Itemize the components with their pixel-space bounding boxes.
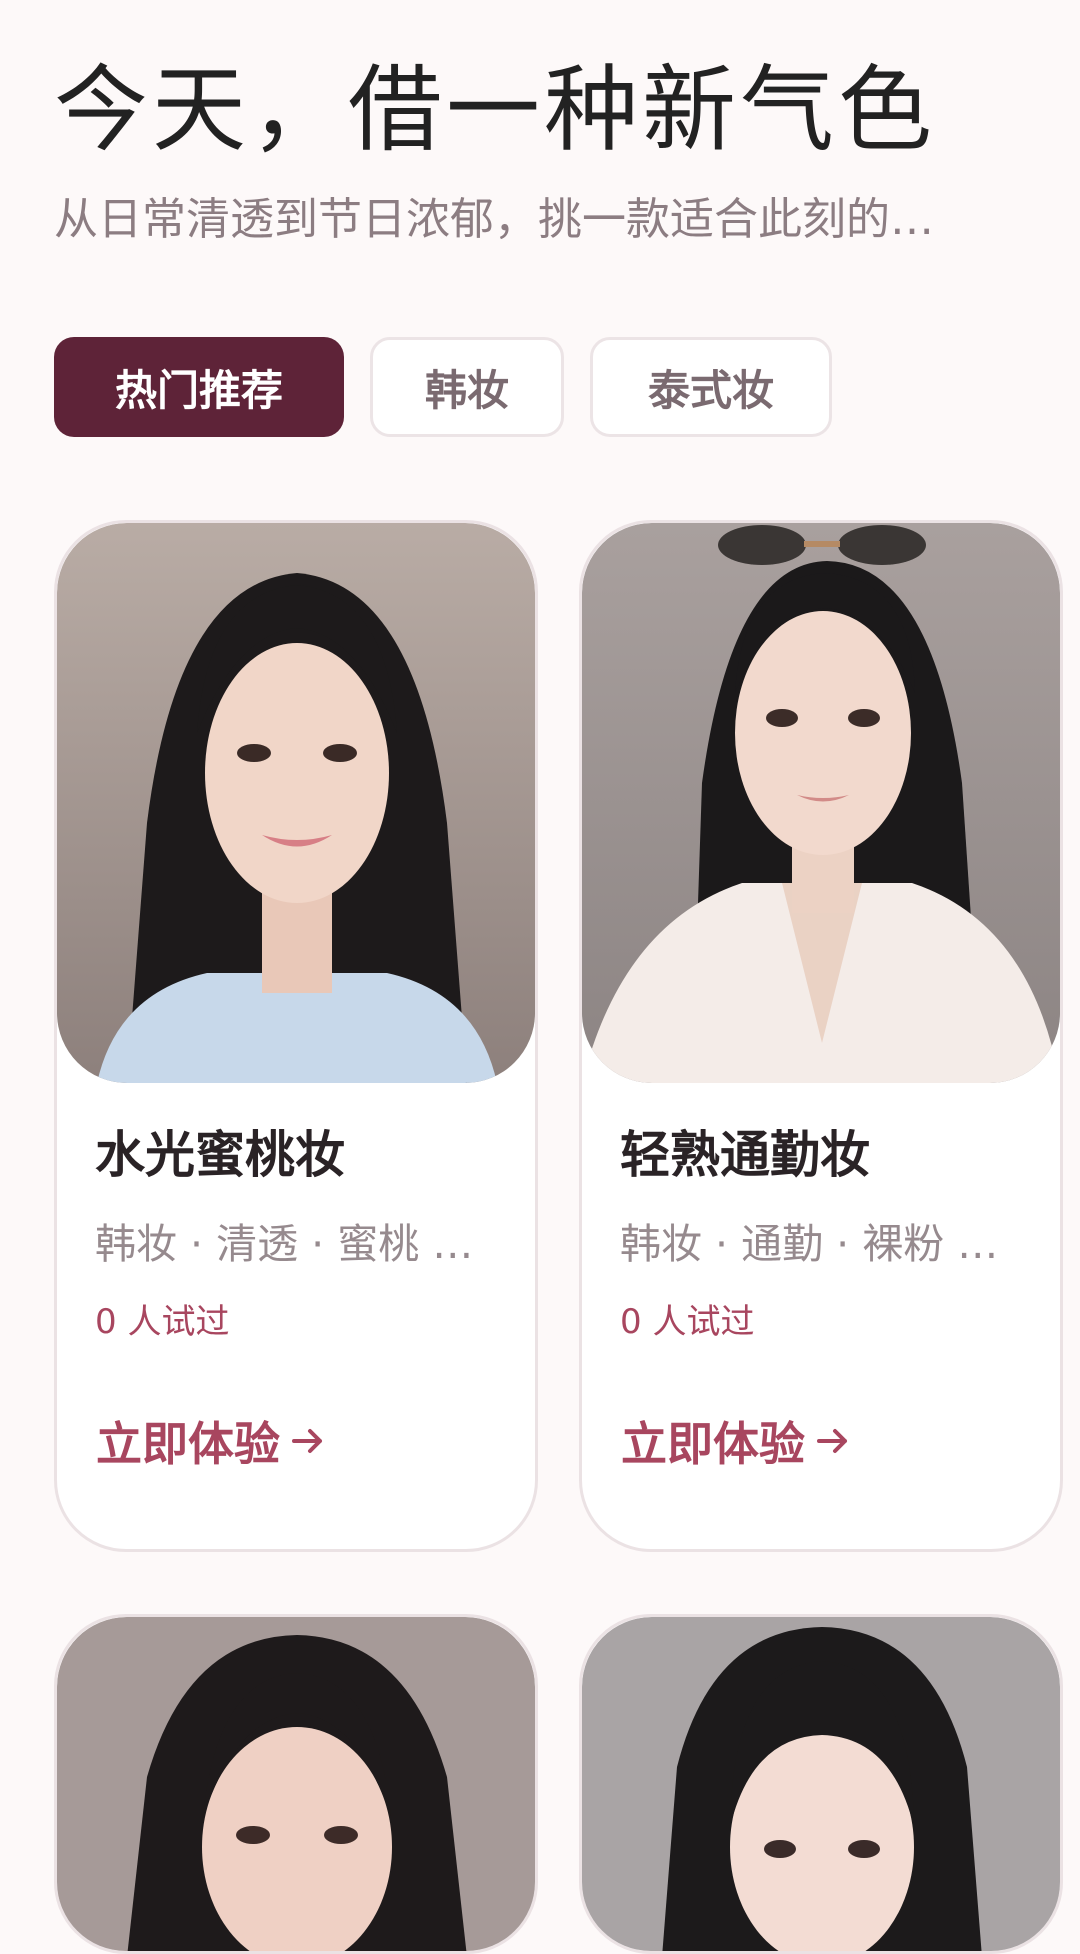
look-card[interactable]: 水光蜜桃妆 韩妆 · 清透 · 蜜桃 … 0 人试过 bbox=[54, 520, 538, 1552]
tab-korean[interactable]: 韩妆 bbox=[370, 337, 564, 437]
look-photo bbox=[57, 1617, 535, 1951]
tab-hot[interactable]: 热门推荐 bbox=[54, 337, 344, 437]
arrow-right-icon bbox=[817, 1429, 847, 1453]
look-tags: 韩妆 · 通勤 · 裸粉 … bbox=[620, 1220, 999, 1268]
look-title: 水光蜜桃妆 bbox=[95, 1126, 345, 1184]
page-subtitle: 从日常清透到节日浓郁，挑一款适合此刻的… bbox=[54, 194, 934, 245]
arrow-right-icon bbox=[292, 1429, 322, 1453]
look-card[interactable]: 轻熟通勤妆 韩妆 · 通勤 · 裸粉 … 0 人试过 bbox=[579, 520, 1063, 1552]
try-now-button[interactable]: 立即体验 bbox=[96, 1408, 328, 1474]
look-photo bbox=[582, 523, 1060, 1083]
try-now-label: 立即体验 bbox=[621, 1417, 805, 1471]
look-photo bbox=[582, 1617, 1060, 1951]
tab-thai[interactable]: 泰式妆 bbox=[590, 337, 832, 437]
tried-count: 0 人试过 bbox=[95, 1302, 230, 1342]
look-card[interactable] bbox=[579, 1614, 1063, 1954]
look-photo bbox=[57, 523, 535, 1083]
look-card[interactable] bbox=[54, 1614, 538, 1954]
look-tags: 韩妆 · 清透 · 蜜桃 … bbox=[95, 1220, 474, 1268]
tried-count: 0 人试过 bbox=[620, 1302, 755, 1342]
category-tabs: 热门推荐 韩妆 泰式妆 bbox=[54, 337, 832, 437]
try-now-button[interactable]: 立即体验 bbox=[621, 1408, 853, 1474]
try-now-label: 立即体验 bbox=[96, 1417, 280, 1471]
look-title: 轻熟通勤妆 bbox=[620, 1126, 870, 1184]
page-title: 今天，借一种新气色 bbox=[54, 56, 937, 165]
